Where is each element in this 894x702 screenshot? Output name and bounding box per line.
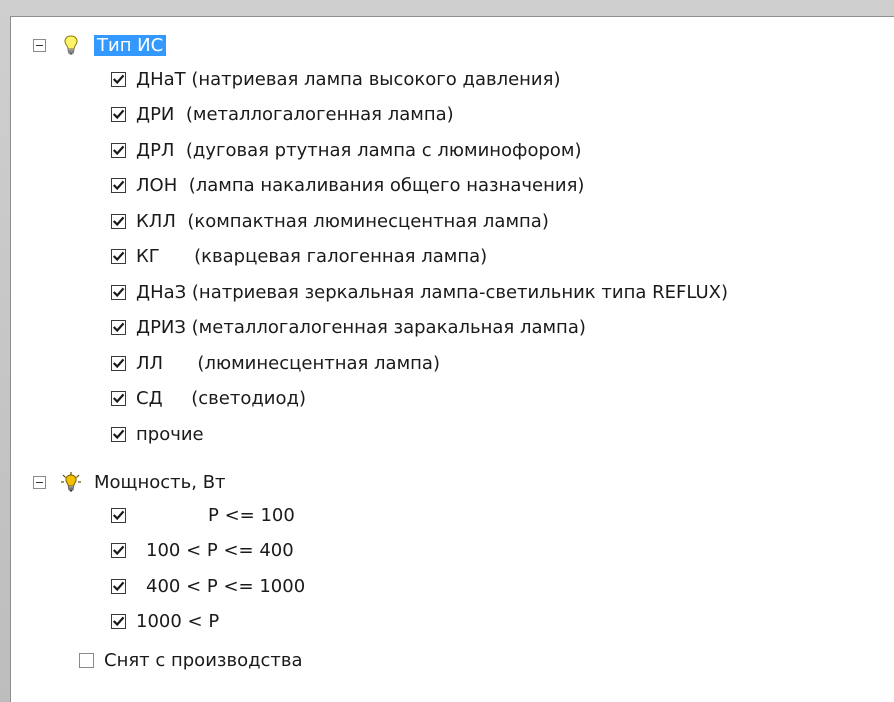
lamp-description: (кварцевая галогенная лампа) (194, 246, 488, 267)
lamp-description: (металлогалогенная заракальная лампа) (191, 317, 586, 338)
option-checkbox[interactable] (111, 426, 126, 442)
lamp-code: ДРЛ (136, 139, 175, 161)
power-bulb-icon (60, 471, 82, 493)
lamp-type-option[interactable]: ЛОН (лампа накаливания общего назначения… (111, 171, 584, 201)
lamp-code: КГ (136, 246, 160, 267)
option-checkbox[interactable] (111, 284, 126, 300)
lamp-code: ДНаТ (136, 68, 186, 90)
lamp-description: (светодиод) (191, 388, 306, 409)
lamp-type-option[interactable]: ЛЛ (люминесцентная лампа) (111, 348, 440, 378)
lamp-code: ДРИ (136, 104, 175, 125)
lamp-description: (люминесцентная лампа) (197, 352, 440, 374)
lamp-description: (металлогалогенная лампа) (185, 104, 454, 125)
option-checkbox[interactable] (111, 614, 126, 629)
lamp-description: (натриевая лампа высокого давления) (191, 68, 561, 90)
discontinued-checkbox[interactable] (79, 652, 94, 668)
lamp-type-option[interactable]: СД (светодиод) (111, 384, 306, 414)
lamp-description: (дуговая ртутная лампа с люминофором) (185, 139, 582, 161)
filter-tree-panel: Тип ИС ДНаТ (натриевая лампа высокого да… (10, 16, 894, 702)
power-range-label: 1000 < P (136, 611, 220, 632)
lamp-code: КЛЛ (136, 210, 176, 232)
lamp-type-option[interactable]: КГ (кварцевая галогенная лампа) (111, 242, 487, 272)
power-option[interactable]: 1000 < P (111, 607, 219, 637)
lamp-type-option[interactable]: КЛЛ (компактная люминесцентная лампа) (111, 206, 549, 236)
option-checkbox[interactable] (111, 391, 126, 406)
tree-node-label: Тип ИС (94, 34, 167, 56)
option-checkbox[interactable] (111, 213, 126, 229)
lamp-description: (компактная люминесцентная лампа) (187, 210, 549, 232)
option-checkbox[interactable] (111, 578, 126, 594)
collapse-icon[interactable] (33, 38, 46, 52)
power-option[interactable]: P <= 100 (111, 500, 295, 530)
lamp-code: ДНаЗ (136, 281, 187, 303)
discontinued-label: Снят с производства (104, 649, 303, 671)
option-checkbox[interactable] (111, 320, 126, 335)
tree-node-power[interactable]: Мощность, Вт (33, 467, 226, 497)
lamp-code: прочие (136, 423, 204, 445)
lamp-type-option[interactable]: ДНаЗ (натриевая зеркальная лампа-светиль… (111, 277, 728, 307)
lamp-description: (натриевая зеркальная лампа-светильник т… (191, 281, 728, 303)
option-checkbox[interactable] (111, 142, 126, 158)
power-option[interactable]: 100 < P <= 400 (111, 536, 294, 566)
lamp-code: СД (136, 388, 163, 409)
lamp-type-option[interactable]: ДРЛ (дуговая ртутная лампа с люминофором… (111, 135, 582, 165)
option-checkbox[interactable] (111, 249, 126, 264)
lightbulb-icon (60, 34, 82, 56)
lamp-code: ЛЛ (136, 352, 164, 374)
option-checkbox[interactable] (111, 107, 126, 122)
lamp-description: (лампа накаливания общего назначения) (188, 175, 585, 196)
option-checkbox[interactable] (111, 355, 126, 371)
power-range-label: 400 < P <= 1000 (146, 575, 306, 597)
discontinued-option[interactable]: Снят с производства (79, 645, 303, 675)
power-range-label: P <= 100 (208, 504, 295, 526)
lamp-code: ДРИЗ (136, 317, 186, 338)
lamp-type-option[interactable]: ДРИЗ (металлогалогенная заракальная ламп… (111, 313, 586, 343)
tree-node-lamp-type[interactable]: Тип ИС (33, 30, 167, 60)
option-checkbox[interactable] (111, 507, 126, 523)
option-checkbox[interactable] (111, 543, 126, 558)
lamp-type-option[interactable]: прочие (111, 419, 204, 449)
lamp-code: ЛОН (136, 175, 178, 196)
power-option[interactable]: 400 < P <= 1000 (111, 571, 305, 601)
lamp-type-option[interactable]: ДРИ (металлогалогенная лампа) (111, 100, 454, 130)
option-checkbox[interactable] (111, 178, 126, 193)
power-range-label: 100 < P <= 400 (146, 540, 294, 561)
lamp-type-option[interactable]: ДНаТ (натриевая лампа высокого давления) (111, 64, 560, 94)
collapse-icon[interactable] (33, 475, 46, 489)
window-frame: Тип ИС ДНаТ (натриевая лампа высокого да… (0, 0, 894, 702)
tree-node-label: Мощность, Вт (94, 471, 226, 493)
option-checkbox[interactable] (111, 71, 126, 87)
